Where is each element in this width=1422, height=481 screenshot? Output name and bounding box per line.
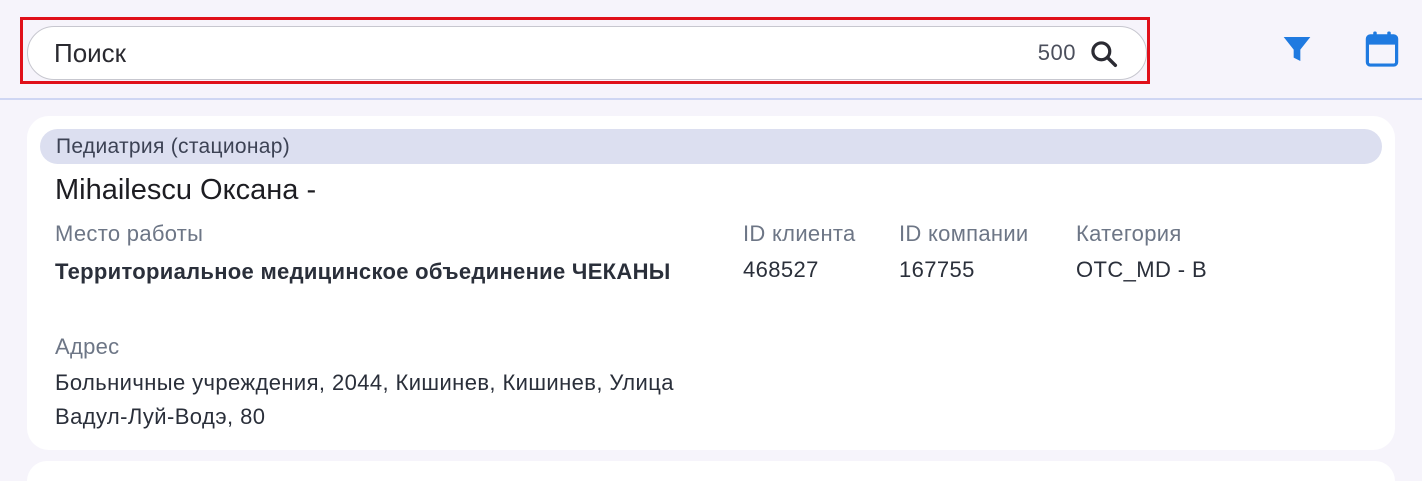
next-client-card[interactable]	[27, 461, 1395, 481]
top-bar-divider	[0, 98, 1422, 100]
address-value: Больничные учреждения, 2044, Кишинев, Ки…	[55, 370, 674, 429]
client-category-label: Категория	[1076, 221, 1182, 246]
client-name: Mihailescu Оксана -	[55, 174, 317, 206]
calendar-icon[interactable]	[1364, 30, 1400, 68]
search-bar[interactable]: 500	[27, 26, 1147, 80]
client-id-label: ID клиента	[743, 221, 856, 246]
client-id-value: 468527	[743, 257, 819, 282]
search-icon[interactable]	[1088, 38, 1120, 70]
client-card[interactable]: Педиатрия (стационар) Mihailescu Оксана …	[27, 116, 1395, 450]
address-label: Адрес	[55, 334, 120, 359]
top-bar: 500	[0, 0, 1422, 98]
company-id-label: ID компании	[899, 221, 1029, 246]
workplace-label: Место работы	[55, 221, 204, 246]
search-input[interactable]	[54, 35, 954, 71]
category-pill: Педиатрия (стационар)	[40, 129, 1382, 164]
workplace-value: Территориальное медицинское объединение …	[55, 259, 671, 284]
company-id-value: 167755	[899, 257, 975, 282]
filter-icon[interactable]	[1280, 33, 1314, 65]
search-result-count: 500	[1037, 40, 1076, 65]
client-category-value: OTC_MD - B	[1076, 257, 1208, 282]
